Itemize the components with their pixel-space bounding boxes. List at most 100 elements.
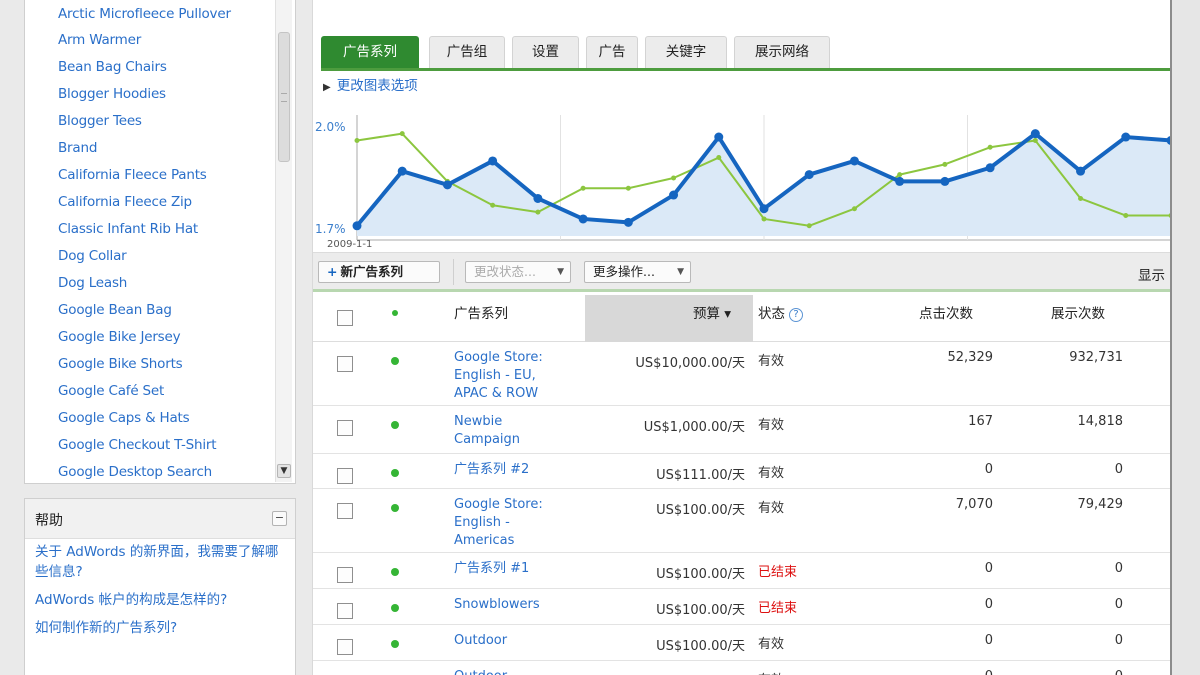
keyword-link[interactable]: Blogger Hoodies [58,81,295,108]
campaign-link[interactable]: Newbie Campaign [454,413,572,449]
plus-icon: + [327,264,338,279]
status-value[interactable]: 有效 [758,497,784,516]
header-campaign[interactable]: 广告系列 [454,302,508,322]
keyword-link[interactable]: Google Desktop Search [58,459,295,483]
main-content: 广告系列 广告组 设置 广告 关键字 展示网络 ▶ 更改图表选项 2.0% 1.7% 2009-… [312,0,1170,675]
status-value[interactable]: 有效 [758,669,784,675]
keyword-link[interactable]: Google Bike Jersey [58,324,295,351]
row-checkbox[interactable] [337,503,353,519]
keyword-link[interactable]: Google Bean Bag [58,297,295,324]
more-actions-dropdown[interactable]: 更多操作... ▼ [584,261,691,283]
budget-value[interactable]: US$100.00/天 [583,563,745,582]
collapse-icon[interactable]: − [272,511,287,526]
keyword-link[interactable]: Brand [58,135,295,162]
tab-5[interactable]: 展示网络 [734,36,830,69]
budget-value[interactable]: US$100.00/天 [583,499,745,518]
select-all-checkbox[interactable] [337,310,353,326]
help-icon[interactable]: ? [789,308,803,322]
keyword-link[interactable]: Arctic Microfleece Pullover [58,1,295,27]
change-status-dropdown[interactable]: 更改状态... ▼ [465,261,571,283]
keyword-link[interactable]: Dog Collar [58,243,295,270]
impressions-value: 0 [1013,669,1123,675]
clicks-value: 52,329 [947,350,994,365]
clicks-value: 0 [984,597,993,612]
data-point [714,132,724,142]
status-value[interactable]: 已结束 [758,561,797,580]
keyword-link[interactable]: Dog Leash [58,270,295,297]
help-link[interactable]: AdWords 帐户的构成是怎样的? [25,590,295,610]
toolbar-divider [453,259,454,285]
budget-value[interactable]: US$100.00/天 [583,599,745,618]
expand-triangle-icon: ▶ [323,82,331,93]
data-point [1030,129,1040,139]
scrollbar-thumb[interactable] [278,32,290,162]
campaign-link[interactable]: Google Store: English - Americas [454,496,572,550]
clicks-value: 0 [984,462,993,477]
keyword-link[interactable]: Blogger Tees [58,108,295,135]
status-value[interactable]: 有效 [758,633,784,652]
data-point [985,163,995,173]
clicks-value: 167 [968,414,993,429]
keyword-link[interactable]: Classic Infant Rib Hat [58,216,295,243]
keyword-list-scrollbar[interactable]: ▼ [275,0,292,482]
campaign-link[interactable]: Outdoor [454,632,572,650]
row-checkbox[interactable] [337,468,353,484]
table-toolbar: + 新广告系列 更改状态... ▼ 更多操作... ▼ 显示 [313,252,1170,292]
scroll-down-icon[interactable]: ▼ [277,464,291,478]
help-link[interactable]: 如何制作新的广告系列? [25,618,295,638]
campaign-link[interactable]: Outdoor [454,668,572,675]
status-value[interactable]: 有效 [758,350,784,369]
budget-value[interactable]: US$1,000.00/天 [583,416,745,435]
new-campaign-button[interactable]: + 新广告系列 [318,261,440,283]
impressions-value: 0 [1114,561,1123,576]
header-status[interactable]: 状态? [758,302,803,322]
campaign-link[interactable]: Google Store: English - EU, APAC & ROW [454,349,572,403]
status-value[interactable]: 已结束 [758,597,797,616]
status-value[interactable]: 有效 [758,414,784,433]
campaign-link[interactable]: 广告系列 #1 [454,560,572,578]
tab-3[interactable]: 广告 [586,36,638,69]
budget-value[interactable]: US$100.00/天 [583,635,745,654]
header-impressions[interactable]: 展示次数 [1051,302,1105,322]
more-actions-label: 更多操作... [593,264,655,279]
status-dot-icon [391,604,399,612]
keyword-link[interactable]: Arm Warmer [58,27,295,54]
campaign-link[interactable]: 广告系列 #2 [454,461,572,479]
tab-0[interactable]: 广告系列 [321,36,419,69]
row-checkbox[interactable] [337,567,353,583]
budget-value[interactable]: US$111.00/天 [583,464,745,483]
keyword-link[interactable]: Bean Bag Chairs [58,54,295,81]
keyword-link[interactable]: Google Checkout T-Shirt [58,432,295,459]
tab-4[interactable]: 关键字 [645,36,727,69]
help-title: 帮助 [35,513,63,529]
budget-value[interactable]: US$10,000.00/天 [583,352,745,371]
data-point [578,214,588,224]
status-value[interactable]: 有效 [758,462,784,481]
keyword-link[interactable]: California Fleece Zip [58,189,295,216]
table-row: Google Store: English - EU, APAC & ROW US… [313,342,1170,406]
data-point [399,131,405,137]
row-checkbox[interactable] [337,639,353,655]
data-point [533,193,543,203]
header-budget[interactable]: 预算 ▾ [693,302,731,322]
header-clicks[interactable]: 点击次数 [919,302,973,322]
data-point [761,216,767,222]
row-checkbox[interactable] [337,356,353,372]
help-link[interactable]: 关于 AdWords 的新界面，我需要了解哪些信息? [25,542,295,582]
change-chart-options-link[interactable]: ▶ 更改图表选项 [323,74,418,94]
change-chart-options-label: 更改图表选项 [336,78,418,94]
tab-1[interactable]: 广告组 [429,36,505,69]
budget-value[interactable]: US$100.00/天 [583,671,745,675]
row-checkbox[interactable] [337,420,353,436]
row-checkbox[interactable] [337,603,353,619]
keyword-link[interactable]: Google Caps & Hats [58,405,295,432]
table-row: Snowblowers US$100.00/天 已结束 0 0 [313,589,1170,625]
keyword-link[interactable]: California Fleece Pants [58,162,295,189]
y-tick-label: 1.7% [315,222,346,236]
campaign-link[interactable]: Snowblowers [454,596,572,614]
keyword-link[interactable]: Google Bike Shorts [58,351,295,378]
keyword-link[interactable]: Google Café Set [58,378,295,405]
chevron-down-icon: ▼ [677,267,684,277]
tab-2[interactable]: 设置 [512,36,579,69]
status-dot-icon [391,568,399,576]
